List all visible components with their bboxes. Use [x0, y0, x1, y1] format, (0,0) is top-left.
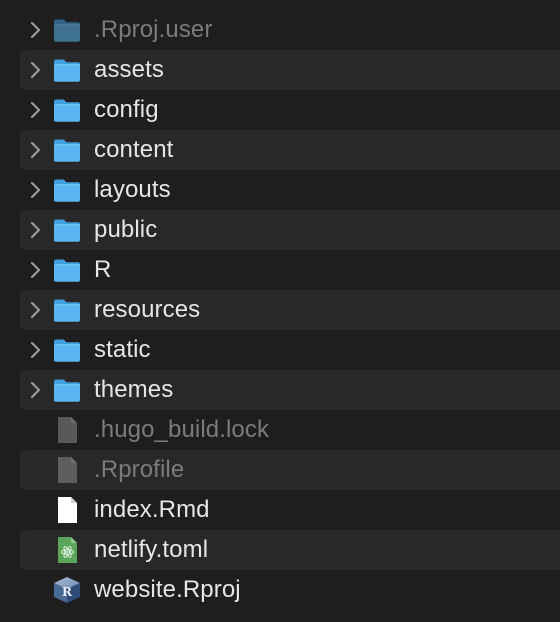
folder-row[interactable]: R [20, 250, 560, 290]
file-list: .Rproj.user assets config content layouts pub… [0, 0, 560, 622]
folder-icon [52, 176, 82, 204]
item-name: index.Rmd [94, 496, 210, 523]
chevron-right-icon[interactable] [29, 180, 43, 200]
item-name: assets [94, 56, 164, 83]
folder-row[interactable]: public [20, 210, 560, 250]
folder-icon [52, 376, 82, 404]
folder-icon [52, 336, 82, 364]
item-name: themes [94, 376, 174, 403]
item-name: .Rproj.user [94, 16, 213, 43]
file-row[interactable]: netlify.toml [20, 530, 560, 570]
generic-file-icon [52, 416, 82, 444]
item-name: layouts [94, 176, 171, 203]
chevron-right-icon[interactable] [29, 340, 43, 360]
folder-row[interactable]: config [20, 90, 560, 130]
folder-icon [52, 96, 82, 124]
folder-icon [52, 256, 82, 284]
item-name: R [94, 256, 112, 283]
chevron-right-icon[interactable] [29, 260, 43, 280]
chevron-right-icon[interactable] [29, 60, 43, 80]
file-row[interactable]: Rwebsite.Rproj [20, 570, 560, 610]
chevron-right-icon[interactable] [29, 140, 43, 160]
folder-row[interactable]: content [20, 130, 560, 170]
file-row[interactable]: .hugo_build.lock [20, 410, 560, 450]
folder-row[interactable]: static [20, 330, 560, 370]
folder-row[interactable]: themes [20, 370, 560, 410]
folder-row[interactable]: assets [20, 50, 560, 90]
file-row[interactable]: index.Rmd [20, 490, 560, 530]
rproj-file-icon: R [52, 576, 82, 604]
item-name: .Rprofile [94, 456, 185, 483]
svg-text:R: R [62, 585, 73, 599]
folder-row[interactable]: layouts [20, 170, 560, 210]
folder-row[interactable]: .Rproj.user [20, 10, 560, 50]
item-name: content [94, 136, 174, 163]
item-name: netlify.toml [94, 536, 209, 563]
folder-icon [52, 296, 82, 324]
generic-file-icon [52, 456, 82, 484]
folder-icon [52, 16, 82, 44]
chevron-right-icon[interactable] [29, 20, 43, 40]
document-icon [52, 496, 82, 524]
item-name: website.Rproj [94, 576, 241, 603]
item-name: static [94, 336, 151, 363]
folder-row[interactable]: resources [20, 290, 560, 330]
folder-icon [52, 56, 82, 84]
item-name: public [94, 216, 158, 243]
file-row[interactable]: .Rprofile [20, 450, 560, 490]
chevron-right-icon[interactable] [29, 380, 43, 400]
item-name: .hugo_build.lock [94, 416, 270, 443]
folder-icon [52, 136, 82, 164]
chevron-right-icon[interactable] [29, 220, 43, 240]
toml-file-icon [52, 536, 82, 564]
item-name: config [94, 96, 159, 123]
chevron-right-icon[interactable] [29, 100, 43, 120]
folder-icon [52, 216, 82, 244]
item-name: resources [94, 296, 201, 323]
chevron-right-icon[interactable] [29, 300, 43, 320]
